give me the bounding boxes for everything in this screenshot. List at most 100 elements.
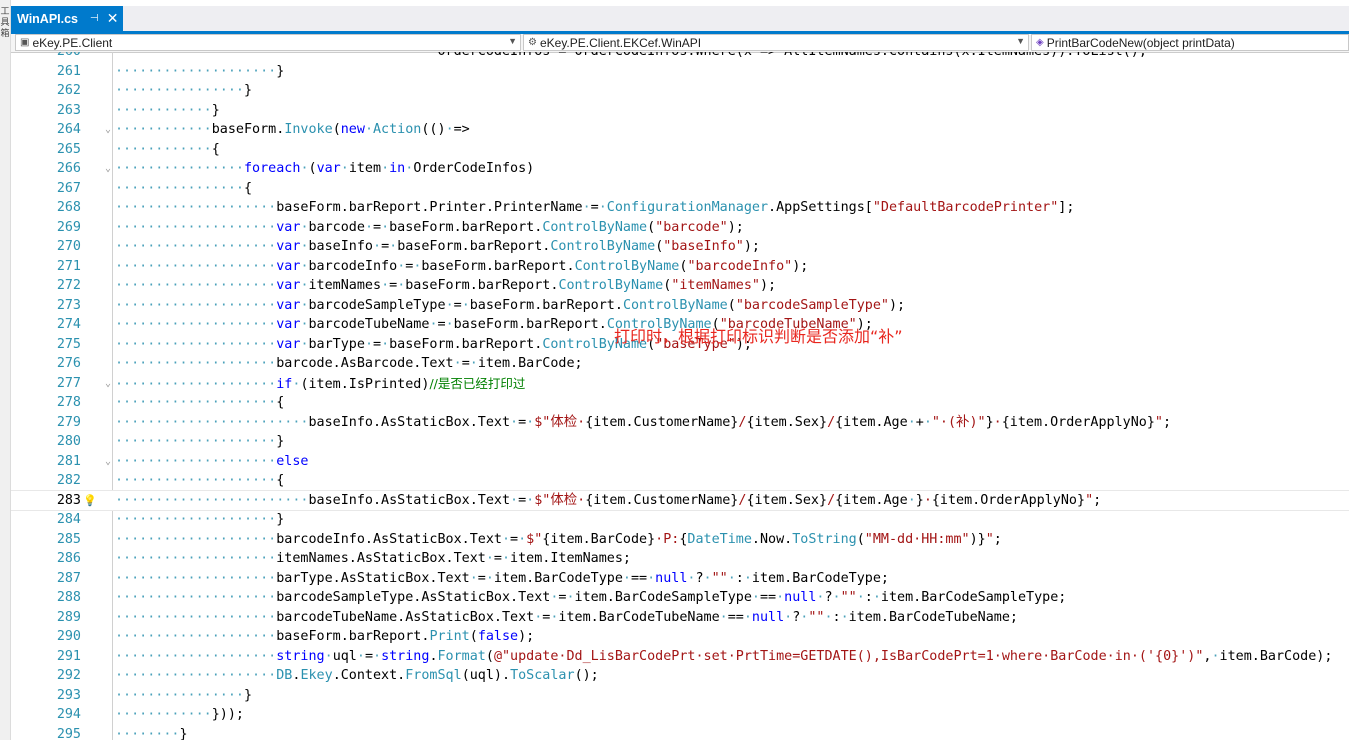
code-line[interactable]: 263 ············} xyxy=(11,101,1349,121)
line-number: 268 xyxy=(56,200,81,215)
code-text: ········} xyxy=(115,726,188,740)
code-text: ····················itemNames.AsStaticBo… xyxy=(115,551,631,566)
code-line[interactable]: 262 ················} xyxy=(11,81,1349,101)
class-name: eKey.PE.Client.EKCef.WinAPI xyxy=(539,35,702,50)
code-line[interactable]: 278 ····················{ xyxy=(11,393,1349,413)
code-line[interactable]: 279 ························baseInfo.AsSt… xyxy=(11,413,1349,433)
line-number: 290 xyxy=(56,629,81,644)
code-line[interactable]: 292 ····················DB.Ekey.Context.F… xyxy=(11,666,1349,686)
code-text: ····················baseForm.barReport.P… xyxy=(115,629,535,644)
fold-toggle-icon[interactable]: ⌄ xyxy=(103,452,113,472)
code-text: ····················{ xyxy=(115,473,285,488)
code-line[interactable]: 293 ················} xyxy=(11,686,1349,706)
line-number: 267 xyxy=(56,180,81,196)
code-line[interactable]: 264 ⌄ ············baseForm.Invoke(new·Acti… xyxy=(11,120,1349,140)
code-line[interactable]: 261 ····················} xyxy=(11,62,1349,82)
close-icon[interactable]: ✕ xyxy=(107,10,119,27)
line-number: 281 xyxy=(56,453,81,469)
code-text: ····················barcodeInfo.AsStatic… xyxy=(115,531,1002,547)
line-number: 295 xyxy=(56,726,81,740)
code-line[interactable]: 285 ····················barcodeInfo.AsSta… xyxy=(11,530,1349,550)
line-number: 294 xyxy=(56,707,81,722)
code-text: ····················var·itemNames·=·base… xyxy=(115,278,777,293)
code-text: ····················var·baseInfo·=·baseF… xyxy=(115,239,760,254)
code-line[interactable]: 268 ····················baseForm.barRepor… xyxy=(11,198,1349,218)
code-text: ····················DB.Ekey.Context.From… xyxy=(115,668,599,683)
toolbox-strip[interactable]: 工具箱 xyxy=(0,0,11,740)
code-line[interactable]: 286 ····················itemNames.AsStati… xyxy=(11,549,1349,569)
line-number: 284 xyxy=(56,512,81,527)
code-text: ············})); xyxy=(115,707,244,722)
line-number: 274 xyxy=(56,317,81,332)
code-line[interactable]: 295 ········} xyxy=(11,725,1349,740)
chevron-down-icon: ▼ xyxy=(508,36,517,46)
code-text: ····················var·barcode·=·baseFo… xyxy=(115,219,744,235)
line-number: 263 xyxy=(56,102,81,118)
line-number: 262 xyxy=(56,83,81,98)
code-text: ················foreach·(var·item·in·Ord… xyxy=(115,161,535,176)
code-text: ················} xyxy=(115,687,253,703)
line-number: 271 xyxy=(56,258,81,274)
class-icon: ⚙ xyxy=(528,37,537,48)
code-text: ····················barcodeSampleType.As… xyxy=(115,590,1067,605)
line-number: 260 xyxy=(11,52,81,62)
code-editor[interactable]: 260 ·····································… xyxy=(11,52,1349,740)
line-number: 292 xyxy=(56,668,81,683)
line-number: 277 xyxy=(56,375,81,391)
code-text: ························baseInfo.AsStati… xyxy=(115,492,1102,508)
code-text: ········································… xyxy=(115,52,1147,62)
line-number: 293 xyxy=(56,687,81,703)
class-dropdown[interactable]: ⚙ eKey.PE.Client.EKCef.WinAPI ▼ xyxy=(523,34,1029,51)
code-line[interactable]: 267 ················{ xyxy=(11,179,1349,199)
line-number: 285 xyxy=(56,531,81,547)
code-line[interactable]: 282 ····················{ xyxy=(11,471,1349,491)
fold-toggle-icon[interactable]: ⌄ xyxy=(103,159,113,179)
line-number: 288 xyxy=(56,590,81,605)
chevron-down-icon: ▼ xyxy=(1016,36,1025,46)
line-number: 283 xyxy=(56,492,81,508)
code-line[interactable]: 284 ····················} xyxy=(11,510,1349,530)
code-line[interactable]: 266 ⌄ ················foreach·(var·item·in… xyxy=(11,159,1349,179)
code-line[interactable]: 290 ····················baseForm.barRepor… xyxy=(11,627,1349,647)
code-line[interactable]: 260 ·····································… xyxy=(11,52,1349,62)
project-dropdown[interactable]: ▣ eKey.PE.Client ▼ xyxy=(15,34,521,51)
csharp-project-icon: ▣ xyxy=(20,37,30,48)
line-number: 273 xyxy=(56,297,81,313)
code-line[interactable]: 269 ····················var·barcode·=·bas… xyxy=(11,218,1349,238)
line-number: 282 xyxy=(56,473,81,488)
fold-toggle-icon[interactable]: ⌄ xyxy=(103,120,113,140)
code-text: ····················var·barcodeInfo·=·ba… xyxy=(115,258,809,274)
tab-title: WinAPI.cs xyxy=(17,11,79,26)
code-text: ····················else xyxy=(115,453,309,469)
pin-icon[interactable]: ⊣ xyxy=(90,13,99,24)
red-annotation: 打印时，根据打印标识判断是否添加“补” xyxy=(614,327,903,346)
code-line[interactable]: 276 ····················barcode.AsBarcode… xyxy=(11,354,1349,374)
code-line[interactable]: 283 💡 ························baseInfo.AsS… xyxy=(11,489,1349,511)
code-line[interactable]: 273 ····················var·barcodeSample… xyxy=(11,296,1349,316)
code-line[interactable]: 265 ············{ xyxy=(11,140,1349,160)
code-text: ····················var·barcodeSampleTyp… xyxy=(115,297,906,313)
code-line[interactable]: 277 ⌄ ····················if·(item.IsPrint… xyxy=(11,374,1349,394)
code-line[interactable]: 294 ············})); xyxy=(11,705,1349,725)
code-line[interactable]: 280 ····················} xyxy=(11,432,1349,452)
fold-toggle-icon[interactable]: ⌄ xyxy=(103,374,113,394)
code-text: ····················barcode.AsBarcode.Te… xyxy=(115,356,583,371)
code-text: ························baseInfo.AsStati… xyxy=(115,414,1172,430)
line-number: 266 xyxy=(56,161,81,176)
lightbulb-icon[interactable]: 💡 xyxy=(83,491,97,511)
code-text: ····················{ xyxy=(115,395,285,410)
tab-winapi-cs[interactable]: WinAPI.cs ⊣ ✕ xyxy=(11,6,123,31)
code-line[interactable]: 291 ····················string·uql·=·stri… xyxy=(11,647,1349,667)
member-name: PrintBarCodeNew(object printData) xyxy=(1046,35,1235,50)
code-line[interactable]: 289 ····················barcodeTubeName.A… xyxy=(11,608,1349,628)
code-text: ····················string·uql·=·string.… xyxy=(115,648,1333,664)
code-line[interactable]: 287 ····················barType.AsStaticB… xyxy=(11,569,1349,589)
code-line[interactable]: 270 ····················var·baseInfo·=·ba… xyxy=(11,237,1349,257)
line-number: 269 xyxy=(56,219,81,235)
member-dropdown[interactable]: ◈ PrintBarCodeNew(object printData) xyxy=(1031,34,1349,51)
code-line[interactable]: 271 ····················var·barcodeInfo·=… xyxy=(11,257,1349,277)
code-line[interactable]: 272 ····················var·itemNames·=·b… xyxy=(11,276,1349,296)
code-line[interactable]: 281 ⌄ ····················else xyxy=(11,452,1349,472)
code-line[interactable]: 288 ····················barcodeSampleType… xyxy=(11,588,1349,608)
line-number: 275 xyxy=(56,336,81,352)
